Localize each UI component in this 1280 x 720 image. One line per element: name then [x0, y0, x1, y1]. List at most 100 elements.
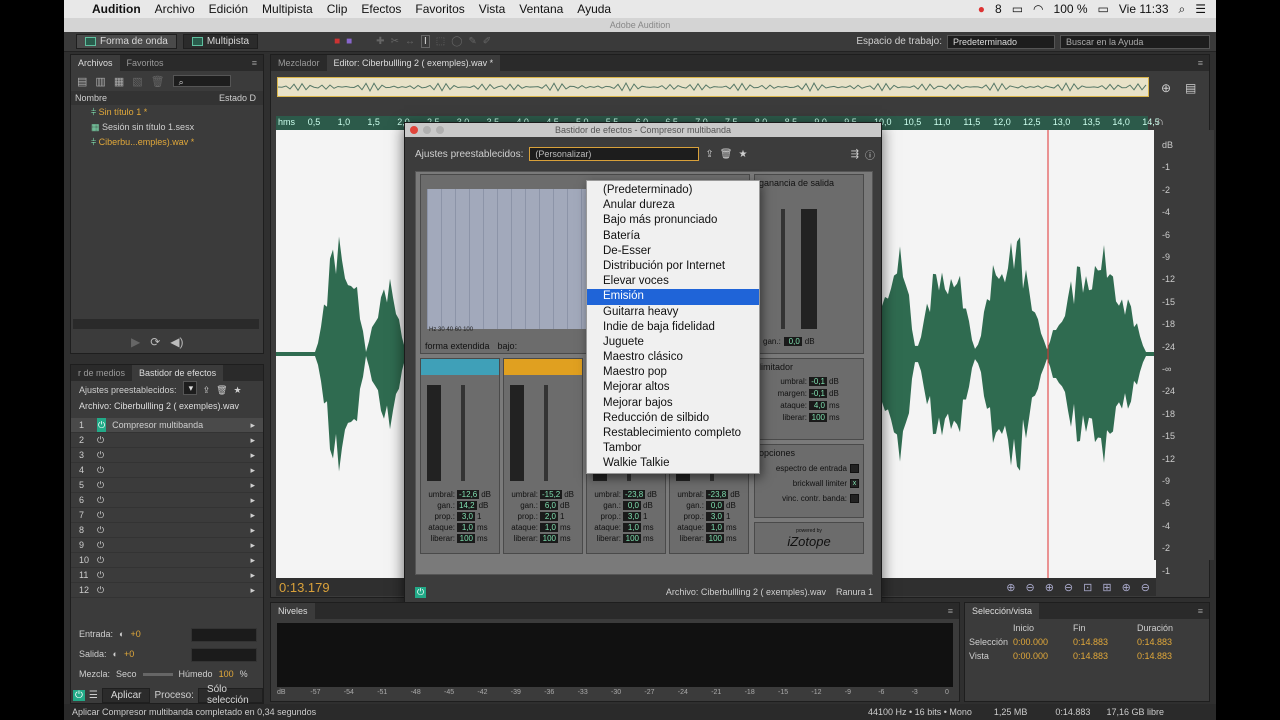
param-value[interactable]: -15,2 — [540, 490, 563, 499]
info-icon[interactable]: ⓘ — [865, 147, 875, 162]
param-value[interactable]: 1,0 — [540, 523, 558, 532]
list-toggle-icon[interactable]: ☰ — [89, 690, 98, 701]
limiter-value[interactable]: 100 — [809, 412, 827, 422]
menu-vista[interactable]: Vista — [479, 2, 505, 16]
spotlight-icon[interactable]: ⌕ — [1179, 2, 1186, 17]
autoplay-icon[interactable]: ◀) — [170, 335, 183, 349]
preset-option[interactable]: Maestro clásico — [587, 350, 759, 365]
marquee-icon[interactable]: ⬚ — [436, 36, 445, 47]
option-checkbox[interactable] — [850, 464, 859, 473]
param-value[interactable]: 0,0 — [623, 501, 641, 510]
slot-arrow-icon[interactable]: ▸ — [250, 448, 263, 462]
file-item[interactable]: ⫩ Sin título 1 * — [71, 105, 263, 120]
menu-ayuda[interactable]: Ayuda — [577, 2, 611, 16]
effect-slot[interactable]: 8 ⏻ ▸ — [71, 523, 263, 538]
param-value[interactable]: 2,0 — [540, 512, 558, 521]
menu-edicion[interactable]: Edición — [209, 2, 248, 16]
slip-tool-icon[interactable]: ↔ — [405, 36, 415, 47]
slot-arrow-icon[interactable]: ▸ — [250, 568, 263, 582]
limiter-value[interactable]: -0,1 — [809, 388, 827, 398]
spectral-icon[interactable]: ■ — [334, 36, 340, 47]
effect-slot[interactable]: 10 ⏻ ▸ — [71, 553, 263, 568]
menu-ventana[interactable]: Ventana — [519, 2, 563, 16]
loop-icon[interactable]: ⟳ — [150, 335, 160, 349]
effect-slot[interactable]: 11 ⏻ ▸ — [71, 568, 263, 583]
wide-label[interactable]: forma extendida — [425, 341, 490, 351]
zoom-in-point-icon[interactable]: ⊕ — [1122, 581, 1131, 594]
param-value[interactable]: 3,0 — [623, 512, 641, 521]
preset-option[interactable]: (Predeterminado) — [587, 183, 759, 198]
effect-slot[interactable]: 1 ⏻ Compresor multibanda ▸ — [71, 418, 263, 433]
minimize-icon[interactable] — [423, 126, 431, 134]
notification-icon[interactable]: ● — [978, 2, 985, 16]
preset-option[interactable]: Restablecimiento completo — [587, 426, 759, 441]
multitrack-button[interactable]: Multipista — [182, 34, 259, 49]
param-value[interactable]: 3,0 — [706, 512, 724, 521]
snap-icon[interactable]: ∩ — [1156, 116, 1164, 128]
col-state[interactable]: Estado D — [219, 93, 256, 103]
preset-option[interactable]: Reducción de silbido — [587, 411, 759, 426]
param-value[interactable]: 0,0 — [706, 501, 724, 510]
play-icon[interactable]: ▶ — [131, 335, 140, 349]
import-icon[interactable]: ▥ — [95, 75, 105, 88]
tab-media[interactable]: r de medios — [71, 365, 132, 381]
editor-menu-icon[interactable]: ≡ — [1198, 58, 1209, 68]
slot-power-icon[interactable]: ⏻ — [97, 583, 104, 597]
mix-slider[interactable] — [142, 673, 173, 676]
view-duration[interactable]: 0:14.883 — [1137, 651, 1201, 661]
param-value[interactable]: 3,0 — [457, 512, 475, 521]
preset-option[interactable]: Emisión — [587, 289, 759, 305]
tab-levels[interactable]: Niveles — [271, 603, 315, 619]
slot-arrow-icon[interactable]: ▸ — [250, 508, 263, 522]
param-value[interactable]: 1,0 — [457, 523, 475, 532]
num-badge[interactable]: 8 — [995, 2, 1002, 16]
slot-power-icon[interactable]: ⏻ — [97, 508, 104, 522]
effect-slot[interactable]: 9 ⏻ ▸ — [71, 538, 263, 553]
option-checkbox[interactable]: x — [850, 479, 859, 488]
tab-selection-view[interactable]: Selección/vista — [965, 603, 1040, 619]
output-gain-slider[interactable] — [781, 209, 785, 329]
levels-menu-icon[interactable]: ≡ — [948, 606, 959, 616]
preset-option[interactable]: Mejorar altos — [587, 380, 759, 395]
effect-slot[interactable]: 6 ⏻ ▸ — [71, 493, 263, 508]
open-folder-icon[interactable]: ▤ — [77, 75, 87, 88]
slot-arrow-icon[interactable]: ▸ — [250, 583, 263, 597]
route-icon[interactable]: ⇶ — [851, 149, 859, 160]
effect-slot[interactable]: 5 ⏻ ▸ — [71, 478, 263, 493]
healing-icon[interactable]: ✐ — [483, 36, 491, 47]
zoom-sel-icon[interactable]: ⊞ — [1102, 581, 1111, 594]
close-icon[interactable] — [410, 126, 418, 134]
param-value[interactable]: 1,0 — [623, 523, 641, 532]
tab-favorites[interactable]: Favoritos — [120, 55, 171, 71]
view-end[interactable]: 0:14.883 — [1073, 651, 1137, 661]
menu-app[interactable]: Audition — [92, 2, 141, 16]
menu-clip[interactable]: Clip — [327, 2, 348, 16]
gain-value[interactable]: 0,0 — [783, 337, 802, 346]
delete-preset-icon[interactable]: 🗑 — [720, 149, 733, 160]
apply-button[interactable]: Aplicar — [101, 687, 151, 703]
param-value[interactable]: 1,0 — [706, 523, 724, 532]
clock[interactable]: Vie 11:33 — [1119, 2, 1169, 16]
rack-power-icon[interactable]: ⏻ — [415, 586, 427, 598]
param-value[interactable]: 14,2 — [457, 501, 477, 510]
display-icon[interactable]: ▭ — [1012, 2, 1023, 16]
mix-value[interactable]: 100 — [219, 667, 234, 682]
favorite-preset-icon[interactable]: ★ — [739, 149, 748, 160]
wifi-icon[interactable]: ◠ — [1033, 2, 1043, 16]
output-knob-icon[interactable]: ◐ — [113, 647, 118, 662]
band-slider[interactable] — [461, 385, 465, 481]
band-slider[interactable] — [544, 385, 548, 481]
slot-power-icon[interactable]: ⏻ — [97, 433, 104, 447]
selection-end[interactable]: 0:14.883 — [1073, 637, 1137, 647]
process-select[interactable]: Sólo selección — [197, 684, 263, 703]
zoom-out-time-icon[interactable]: ⊖ — [1064, 581, 1073, 594]
menu-archivo[interactable]: Archivo — [155, 2, 195, 16]
selection-menu-icon[interactable]: ≡ — [1198, 606, 1209, 616]
battery-icon[interactable]: ▭ — [1098, 2, 1109, 16]
preset-option[interactable]: Batería — [587, 229, 759, 244]
preset-option[interactable]: Walkie Talkie — [587, 456, 759, 471]
workspace-select[interactable]: Predeterminado — [947, 34, 1055, 49]
preset-option[interactable]: Mejorar bajos — [587, 396, 759, 411]
brush-icon[interactable]: ✎ — [468, 36, 476, 47]
panel-list-icon[interactable]: ▤ — [1185, 81, 1196, 95]
